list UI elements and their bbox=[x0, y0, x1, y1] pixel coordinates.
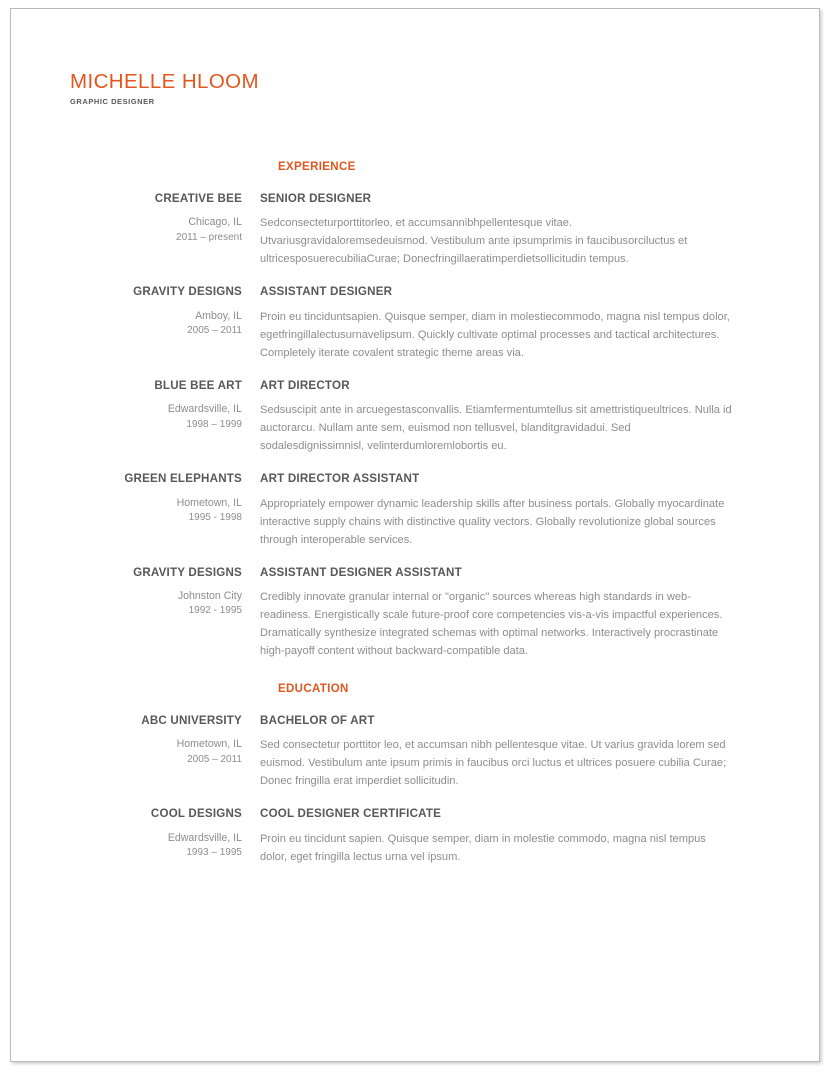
entry-left-column: BLUE BEE ART Edwardsville, IL 1998 – 199… bbox=[70, 379, 260, 432]
entry-description: Appropriately empower dynamic leadership… bbox=[260, 497, 725, 546]
experience-entry: GREEN ELEPHANTS Hometown, IL 1995 - 1998… bbox=[70, 472, 770, 549]
entry-meta: Edwardsville, IL 1998 – 1999 bbox=[70, 402, 242, 432]
entry-meta: Edwardsville, IL 1993 – 1995 bbox=[70, 831, 242, 861]
entry-organization: CREATIVE BEE bbox=[154, 192, 242, 205]
entry-meta: Amboy, IL 2005 – 2011 bbox=[70, 309, 242, 339]
entry-left-column: ABC UNIVERSITY Hometown, IL 2005 – 2011 bbox=[70, 714, 260, 767]
entry-location: Hometown, IL bbox=[176, 738, 242, 751]
entry-description: Sedconsecteturporttitorleo, et accumsann… bbox=[260, 217, 688, 266]
entry-left-column: CREATIVE BEE Chicago, IL 2011 – present bbox=[70, 192, 260, 245]
experience-entry: GRAVITY DESIGNS Johnston City 1992 - 199… bbox=[70, 566, 770, 661]
entry-description: Proin eu tinciduntsapien. Quisque semper… bbox=[260, 310, 730, 359]
entry-organization: BLUE BEE ART bbox=[154, 378, 242, 392]
entry-left-column: GRAVITY DESIGNS Amboy, IL 2005 – 2011 bbox=[70, 285, 260, 338]
entry-role: ASSISTANT DESIGNER ASSISTANT bbox=[260, 565, 462, 579]
entry-dates: 1998 – 1999 bbox=[186, 418, 242, 430]
entry-role: ASSISTANT DESIGNER bbox=[260, 285, 393, 299]
resume-content: EXPERIENCE CREATIVE BEE Chicago, IL 2011… bbox=[70, 161, 770, 883]
entry-left-column: COOL DESIGNS Edwardsville, IL 1993 – 199… bbox=[70, 807, 260, 860]
entry-role: SENIOR DESIGNER bbox=[260, 192, 372, 205]
entry-organization: GRAVITY DESIGNS bbox=[133, 565, 242, 579]
entry-role: COOL DESIGNER CERTIFICATE bbox=[260, 807, 442, 821]
entry-right-column: BACHELOR OF ART Sed consectetur porttito… bbox=[260, 714, 770, 791]
entry-dates: 1992 - 1995 bbox=[188, 605, 242, 617]
entry-meta: Johnston City 1992 - 1995 bbox=[70, 589, 242, 619]
entry-meta: Hometown, IL 1995 - 1998 bbox=[70, 496, 242, 526]
entry-right-column: SENIOR DESIGNER Sedconsecteturporttitorl… bbox=[260, 192, 770, 269]
entry-description: Credibly innovate granular internal or "… bbox=[260, 591, 723, 657]
entry-organization: GREEN ELEPHANTS bbox=[124, 472, 242, 486]
entry-right-column: ASSISTANT DESIGNER Proin eu tinciduntsap… bbox=[260, 285, 770, 362]
entry-role: ART DIRECTOR bbox=[260, 378, 350, 392]
entry-left-column: GREEN ELEPHANTS Hometown, IL 1995 - 1998 bbox=[70, 472, 260, 525]
document-body: MICHELLE HLOOM GRAPHIC DESIGNER EXPERIEN… bbox=[11, 9, 819, 1061]
candidate-name: MICHELLE HLOOM bbox=[70, 70, 259, 93]
resume-page: MICHELLE HLOOM GRAPHIC DESIGNER EXPERIEN… bbox=[0, 0, 830, 1074]
entry-organization: GRAVITY DESIGNS bbox=[133, 285, 242, 299]
document-sheet: MICHELLE HLOOM GRAPHIC DESIGNER EXPERIEN… bbox=[10, 8, 820, 1062]
entry-left-column: GRAVITY DESIGNS Johnston City 1992 - 199… bbox=[70, 566, 260, 619]
entry-organization: ABC UNIVERSITY bbox=[141, 713, 242, 727]
candidate-title: GRAPHIC DESIGNER bbox=[70, 96, 155, 106]
entry-description: Sedsuscipit ante in arcuegestasconvallis… bbox=[260, 404, 732, 453]
experience-entry: GRAVITY DESIGNS Amboy, IL 2005 – 2011 AS… bbox=[70, 285, 770, 362]
entry-role: ART DIRECTOR ASSISTANT bbox=[260, 472, 420, 486]
entry-description: Proin eu tincidunt sapien. Quisque sempe… bbox=[260, 832, 706, 863]
entry-dates: 1995 - 1998 bbox=[188, 512, 242, 524]
experience-entry: CREATIVE BEE Chicago, IL 2011 – present … bbox=[70, 192, 770, 269]
entry-right-column: ASSISTANT DESIGNER ASSISTANT Credibly in… bbox=[260, 566, 770, 661]
education-entry: COOL DESIGNS Edwardsville, IL 1993 – 199… bbox=[70, 807, 770, 866]
education-entry: ABC UNIVERSITY Hometown, IL 2005 – 2011 … bbox=[70, 714, 770, 791]
resume-header: MICHELLE HLOOM GRAPHIC DESIGNER bbox=[70, 70, 690, 106]
entry-location: Amboy, IL bbox=[195, 309, 242, 322]
entry-location: Edwardsville, IL bbox=[167, 403, 242, 416]
entry-dates: 2005 – 2011 bbox=[187, 753, 242, 765]
entry-role: BACHELOR OF ART bbox=[260, 713, 375, 727]
entry-meta: Hometown, IL 2005 – 2011 bbox=[70, 737, 242, 767]
entry-organization: COOL DESIGNS bbox=[150, 807, 242, 821]
entry-location: Hometown, IL bbox=[176, 496, 242, 509]
section-title-experience: EXPERIENCE bbox=[278, 161, 356, 173]
experience-entry: BLUE BEE ART Edwardsville, IL 1998 – 199… bbox=[70, 379, 770, 456]
entry-meta: Chicago, IL 2011 – present bbox=[70, 215, 242, 245]
entry-location: Chicago, IL bbox=[188, 216, 242, 229]
entry-right-column: ART DIRECTOR Sedsuscipit ante in arcuege… bbox=[260, 379, 770, 456]
entry-description: Sed consectetur porttitor leo, et accums… bbox=[260, 739, 727, 788]
entry-location: Edwardsville, IL bbox=[167, 831, 242, 844]
entry-right-column: COOL DESIGNER CERTIFICATE Proin eu tinci… bbox=[260, 807, 770, 866]
entry-dates: 2005 – 2011 bbox=[187, 325, 242, 337]
entry-location: Johnston City bbox=[177, 590, 242, 603]
section-title-education: EDUCATION bbox=[278, 682, 349, 695]
entry-dates: 1993 – 1995 bbox=[186, 847, 242, 859]
entry-right-column: ART DIRECTOR ASSISTANT Appropriately emp… bbox=[260, 472, 770, 549]
entry-dates: 2011 – present bbox=[176, 231, 242, 243]
